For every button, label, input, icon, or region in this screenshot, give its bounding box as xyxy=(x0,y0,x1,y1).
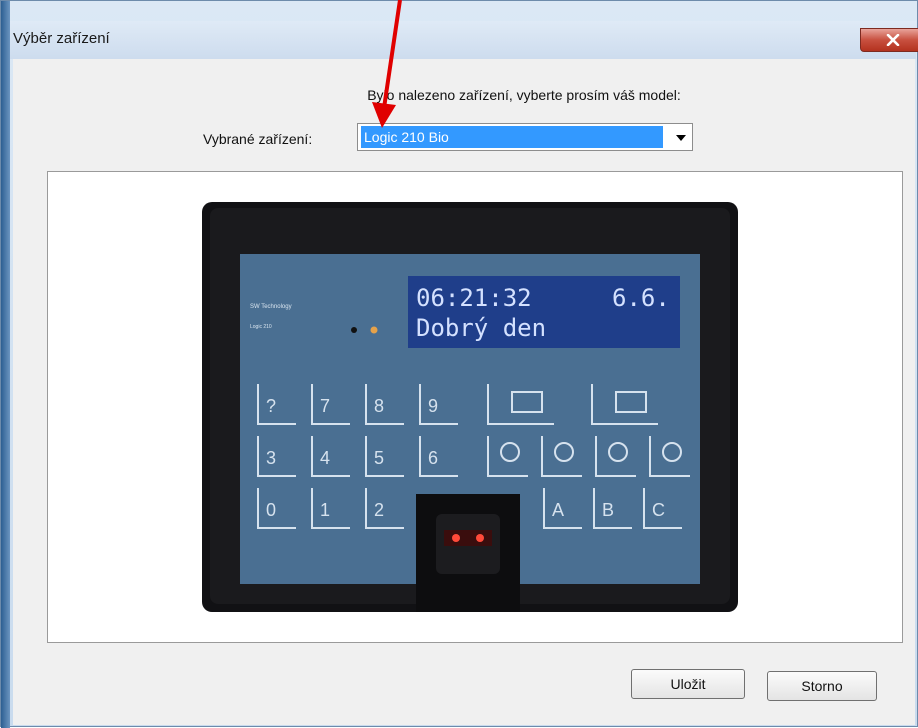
close-icon xyxy=(886,34,900,46)
keypad-key-label: 4 xyxy=(320,448,330,468)
keypad-key-label: 0 xyxy=(266,500,276,520)
dialog-window: Výběr zařízení Bylo nalezeno zařízení, v… xyxy=(0,0,918,728)
keypad-key-label: 7 xyxy=(320,396,330,416)
device-image: SW Technology Logic 210 06:21:32 6.6. Do… xyxy=(202,202,738,612)
keypad-key-label: 6 xyxy=(428,448,438,468)
device-preview-panel: SW Technology Logic 210 06:21:32 6.6. Do… xyxy=(47,171,903,643)
cancel-button[interactable]: Storno xyxy=(767,671,877,701)
keypad-key-label: 2 xyxy=(374,500,384,520)
device-model-text: Logic 210 xyxy=(250,324,272,330)
keypad-key-label: ? xyxy=(266,396,276,416)
keypad-key-label: A xyxy=(552,500,564,520)
keypad-key-label: B xyxy=(602,500,614,520)
keypad-key-label: 1 xyxy=(320,500,330,520)
status-led-off xyxy=(351,327,357,333)
keypad-key-label: 9 xyxy=(428,396,438,416)
save-button[interactable]: Uložit xyxy=(631,669,745,699)
window-title: Výběr zařízení xyxy=(13,30,110,47)
device-select-value[interactable]: Logic 210 Bio xyxy=(360,125,664,149)
prompt-text: Bylo nalezeno zařízení, vyberte prosím v… xyxy=(367,87,681,103)
dialog-body: Bylo nalezeno zařízení, vyberte prosím v… xyxy=(13,59,915,725)
device-select[interactable]: Logic 210 Bio xyxy=(357,123,693,151)
keypad-key-label: 5 xyxy=(374,448,384,468)
chevron-down-icon[interactable] xyxy=(676,135,686,141)
close-button[interactable] xyxy=(860,28,918,52)
keypad-key-label: 3 xyxy=(266,448,276,468)
window-left-edge xyxy=(1,1,10,728)
lcd-date: 6.6. xyxy=(612,284,670,312)
keypad-key-label: C xyxy=(652,500,665,520)
status-led-on xyxy=(370,326,378,334)
title-bar[interactable]: Výběr zařízení xyxy=(10,21,918,59)
keypad-key-label: 8 xyxy=(374,396,384,416)
lcd-message: Dobrý den xyxy=(416,314,546,342)
selected-device-label: Vybrané zařízení: xyxy=(203,131,313,147)
lcd-time: 06:21:32 xyxy=(416,284,532,312)
device-brand-text: SW Technology xyxy=(250,304,292,310)
